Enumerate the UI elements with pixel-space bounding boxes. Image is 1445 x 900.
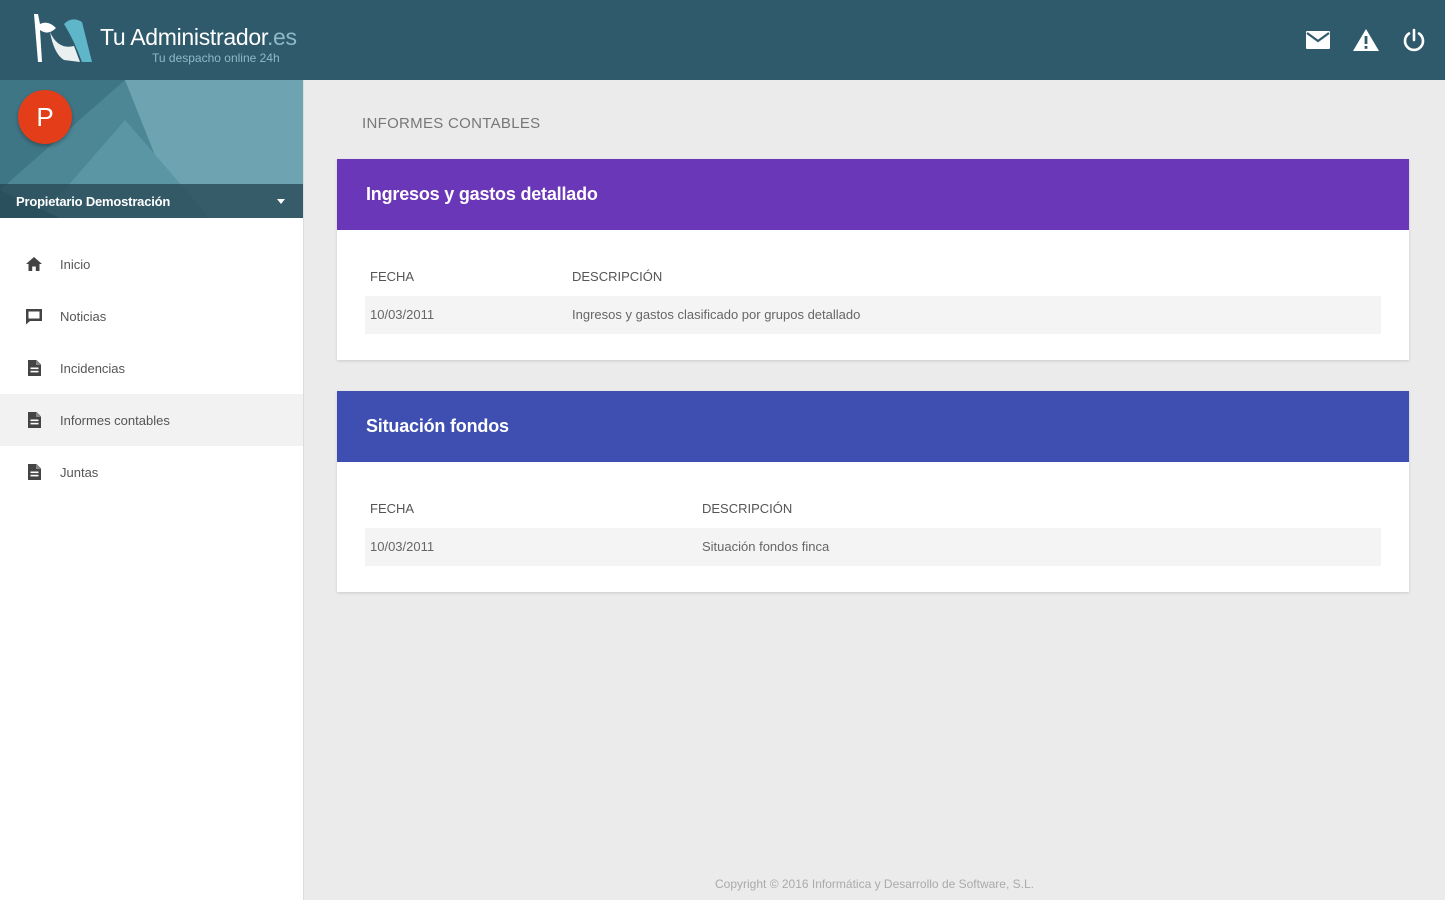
row-descripcion: Situación fondos finca [702,539,830,554]
row-descripcion: Ingresos y gastos clasificado por grupos… [572,307,861,322]
sidebar-item-incidencias[interactable]: Incidencias [0,342,303,394]
report-card-ingresos-gastos: Ingresos y gastos detallado FECHA DESCRI… [337,159,1409,360]
document-icon [24,410,44,430]
mail-icon[interactable] [1301,24,1335,56]
sidebar-item-inicio[interactable]: Inicio [0,238,303,290]
sidebar-item-label: Juntas [60,464,99,480]
card-title: Situación fondos [366,416,509,436]
row-fecha: 10/03/2011 [370,307,435,322]
page-title: INFORMES CONTABLES [362,115,541,132]
sidebar-item-juntas[interactable]: Juntas [0,446,303,498]
document-icon [24,462,44,482]
user-dropdown[interactable]: Propietario Demostración [0,184,303,218]
table-header: FECHA DESCRIPCIÓN [365,258,1381,296]
card-body: FECHA DESCRIPCIÓN 10/03/2011 Ingresos y … [337,230,1409,360]
app-logo[interactable]: Tu Administrador.es Tu despacho online 2… [28,10,328,70]
table-header: FECHA DESCRIPCIÓN [365,490,1381,528]
sidebar-item-noticias[interactable]: Noticias [0,290,303,342]
card-body: FECHA DESCRIPCIÓN 10/03/2011 Situación f… [337,462,1409,592]
warning-icon[interactable] [1349,24,1383,56]
sidebar-item-label: Noticias [60,308,107,324]
sidebar: P Propietario Demostración Inicio Notici… [0,80,304,900]
card-header: Situación fondos [337,391,1409,462]
message-icon [24,306,44,326]
user-name: Propietario Demostración [16,193,171,209]
profile-header: P Propietario Demostración [0,80,303,218]
row-fecha: 10/03/2011 [370,539,435,554]
card-header: Ingresos y gastos detallado [337,159,1409,230]
top-bar: Tu Administrador.es Tu despacho online 2… [0,0,1445,80]
brand-tld: .es [266,24,297,50]
main-content: INFORMES CONTABLES Ingresos y gastos det… [304,80,1445,900]
report-card-situacion-fondos: Situación fondos FECHA DESCRIPCIÓN 10/03… [337,391,1409,592]
power-icon[interactable] [1397,24,1431,56]
column-header-descripcion: DESCRIPCIÓN [702,501,793,516]
table-row[interactable]: 10/03/2011 Situación fondos finca [365,528,1381,566]
table-row[interactable]: 10/03/2011 Ingresos y gastos clasificado… [365,296,1381,334]
home-icon [24,254,44,274]
sidebar-item-label: Informes contables [60,412,170,428]
brand-title: Tu Administrador.es [100,24,297,50]
column-header-fecha: FECHA [370,269,415,284]
sidebar-nav: Inicio Noticias Incidencias Informes con… [0,238,303,498]
brand-tagline: Tu despacho online 24h [152,51,280,65]
logo-icon [34,14,92,62]
sidebar-item-label: Incidencias [60,360,126,376]
document-icon [24,358,44,378]
caret-down-icon [277,199,285,204]
column-header-descripcion: DESCRIPCIÓN [572,269,663,284]
sidebar-item-label: Inicio [60,256,91,272]
card-title: Ingresos y gastos detallado [366,184,598,204]
top-actions [1301,24,1431,56]
column-header-fecha: FECHA [370,501,415,516]
avatar[interactable]: P [18,90,72,144]
sidebar-item-informes-contables[interactable]: Informes contables [0,394,303,446]
footer-copyright: Copyright © 2016 Informática y Desarroll… [715,877,1034,891]
